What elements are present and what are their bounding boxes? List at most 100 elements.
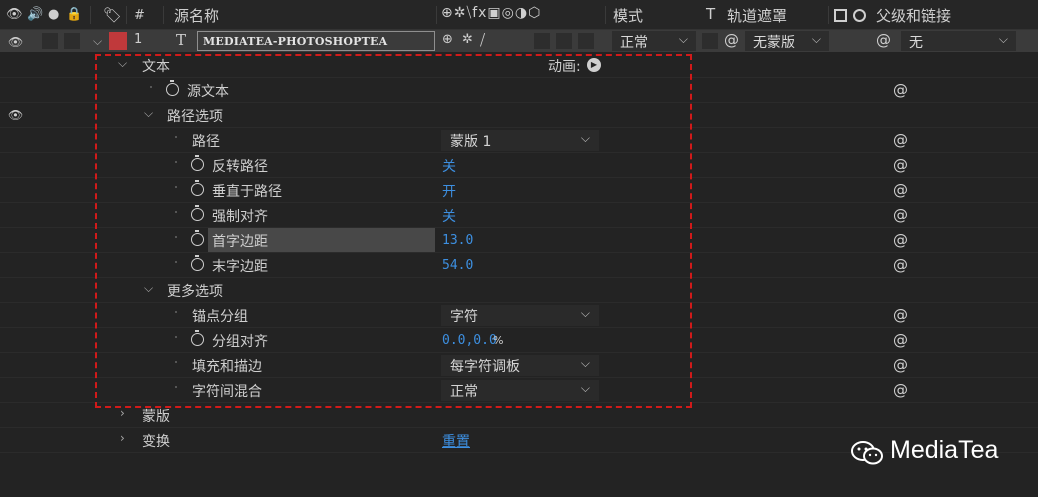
prop-row-path[interactable]: 路径 蒙版 1 ⌵ @ (0, 128, 1038, 153)
play-icon[interactable]: ▶ (587, 58, 601, 72)
prop-row-last-margin[interactable]: 末字边距 54.0 @ (0, 253, 1038, 278)
quality-switch-icon[interactable]: ⧸ (480, 31, 485, 49)
chevron-down-icon: ⌵ (580, 306, 590, 320)
preserve-transparency-toggle[interactable] (702, 33, 718, 49)
prop-row-grouping-alignment[interactable]: 分组对齐 0.0,0.0 % @ (0, 328, 1038, 353)
pick-whip-icon[interactable]: @ (876, 31, 891, 49)
shy-switch-icon[interactable]: ⊕ (442, 32, 453, 47)
eye-icon[interactable]: 👁 (6, 7, 23, 23)
chevron-down-icon: ⌵ (811, 32, 821, 46)
prop-row-reverse-path[interactable]: 反转路径 关 @ (0, 153, 1038, 178)
spiral-icon[interactable]: @ (893, 181, 908, 199)
prop-row-text[interactable]: ⌵ 文本 动画: ▶ (0, 53, 1038, 78)
spiral-icon[interactable]: @ (893, 306, 908, 324)
perpendicular-value[interactable]: 开 (442, 181, 456, 201)
prop-row-source-text[interactable]: 源文本 @ (0, 78, 1038, 103)
spiral-icon[interactable]: @ (724, 31, 739, 49)
bullet-dot (175, 136, 177, 138)
prop-label-perpendicular: 垂直于路径 (212, 184, 282, 200)
3d-layer-toggle[interactable] (578, 33, 594, 49)
chevron-down-icon[interactable]: ⌵ (144, 281, 153, 296)
stopwatch-icon[interactable] (191, 155, 204, 171)
mode-dropdown[interactable]: 正常 ⌵ (612, 31, 696, 51)
spiral-icon[interactable]: @ (893, 206, 908, 224)
solo-toggle[interactable] (42, 33, 58, 49)
chevron-right-icon[interactable]: › (120, 431, 125, 445)
switches-icons: ⊕✲⧹fx▣◎◑⬡ (441, 5, 542, 21)
prop-row-path-options[interactable]: 👁 ⌵ 路径选项 (0, 103, 1038, 128)
prop-row-masks[interactable]: › 蒙版 (0, 403, 1038, 428)
chevron-down-icon[interactable]: ⌵ (118, 56, 127, 71)
stopwatch-icon[interactable] (191, 230, 204, 246)
lock-icon[interactable]: 🔒 (66, 7, 82, 23)
bullet-dot (150, 86, 152, 88)
stopwatch-icon[interactable] (166, 80, 179, 96)
column-mode[interactable]: 模式 (613, 5, 643, 26)
grouping-alignment-value[interactable]: 0.0,0.0 (442, 333, 497, 348)
timeline-header: 👁 🔊 ● 🔒 🏷 # 源名称 ⊕✲⧹fx▣◎◑⬡ 模式 T 轨道遮罩 父级和链… (0, 0, 1038, 30)
spiral-icon[interactable]: @ (893, 256, 908, 274)
spiral-icon[interactable]: @ (893, 81, 908, 99)
prop-row-first-margin[interactable]: 首字边距 13.0 @ (0, 228, 1038, 253)
layer-name-field[interactable]: MEDIATEA-PHOTOSHOPTEA (197, 31, 435, 51)
reverse-path-value[interactable]: 关 (442, 156, 456, 176)
force-align-value[interactable]: 关 (442, 206, 456, 226)
spiral-icon[interactable]: @ (893, 156, 908, 174)
anchor-grouping-dropdown[interactable]: 字符 ⌵ (441, 305, 599, 326)
path-dropdown[interactable]: 蒙版 1 ⌵ (441, 130, 599, 151)
prop-label-grouping-alignment: 分组对齐 (212, 334, 268, 350)
track-matte-dropdown[interactable]: 无蒙版 ⌵ (745, 31, 829, 51)
fill-stroke-dropdown[interactable]: 每字符调板 ⌵ (441, 355, 599, 376)
bullet-dot (175, 336, 177, 338)
prop-row-fill-stroke[interactable]: 填充和描边 每字符调板 ⌵ @ (0, 353, 1038, 378)
spiral-icon[interactable]: @ (893, 381, 908, 399)
first-margin-value[interactable]: 13.0 (442, 233, 473, 248)
prop-row-more-options[interactable]: ⌵ 更多选项 (0, 278, 1038, 303)
prop-row-perpendicular[interactable]: 垂直于路径 开 @ (0, 178, 1038, 203)
spiral-icon[interactable]: @ (893, 331, 908, 349)
prop-row-force-align[interactable]: 强制对齐 关 @ (0, 203, 1038, 228)
animate-label[interactable]: 动画: (548, 56, 581, 76)
stopwatch-icon[interactable] (191, 180, 204, 196)
label-tag-icon[interactable]: 🏷 (103, 7, 122, 23)
prop-row-anchor-grouping[interactable]: 锚点分组 字符 ⌵ @ (0, 303, 1038, 328)
spiral-icon[interactable]: @ (893, 131, 908, 149)
column-parent-link[interactable]: 父级和链接 (876, 5, 951, 26)
layer-row[interactable]: 👁 ⌵ 1 T MEDIATEA-PHOTOSHOPTEA ⊕ ✲ ⧸ 正常 ⌵… (0, 30, 1038, 52)
adjustment-toggle[interactable] (556, 33, 572, 49)
bullet-dot (175, 161, 177, 163)
column-track-matte[interactable]: 轨道遮罩 (727, 5, 787, 26)
spiral-icon[interactable]: @ (893, 231, 908, 249)
audio-icon[interactable]: 🔊 (27, 7, 43, 23)
stopwatch-icon[interactable] (191, 205, 204, 221)
separator (436, 6, 437, 24)
eye-icon[interactable]: 👁 (8, 35, 23, 49)
chevron-down-icon: ⌵ (580, 381, 590, 395)
wechat-icon (851, 441, 883, 465)
text-layer-icon: T (176, 31, 187, 49)
track-matte-value: 无蒙版 (753, 35, 795, 51)
prop-row-inter-char-blend[interactable]: 字符间混合 正常 ⌵ @ (0, 378, 1038, 403)
inter-char-blend-dropdown[interactable]: 正常 ⌵ (441, 380, 599, 401)
spiral-icon[interactable]: @ (893, 356, 908, 374)
stopwatch-icon[interactable] (191, 330, 204, 346)
chevron-down-icon[interactable]: ⌵ (144, 106, 153, 121)
chevron-right-icon[interactable]: › (120, 406, 125, 420)
chevron-down-icon: ⌵ (580, 131, 590, 145)
solo-icon[interactable]: ● (48, 7, 59, 23)
bullet-dot (175, 261, 177, 263)
stopwatch-icon[interactable] (191, 255, 204, 271)
eye-icon[interactable]: 👁 (8, 108, 23, 122)
chevron-down-icon[interactable]: ⌵ (93, 34, 102, 49)
parent-dropdown[interactable]: 无 ⌵ (901, 31, 1016, 51)
fill-stroke-value: 每字符调板 (450, 359, 520, 375)
prop-label-last-margin: 末字边距 (212, 259, 268, 275)
lock-toggle[interactable] (64, 33, 80, 49)
column-source-name[interactable]: 源名称 (174, 5, 219, 26)
last-margin-value[interactable]: 54.0 (442, 258, 473, 273)
transform-reset-link[interactable]: 重置 (442, 431, 470, 451)
motion-blur-toggle[interactable] (534, 33, 550, 49)
collapse-switch-icon[interactable]: ✲ (462, 32, 473, 47)
label-color-swatch[interactable] (109, 32, 127, 50)
prop-label-inter-char-blend: 字符间混合 (192, 384, 262, 400)
